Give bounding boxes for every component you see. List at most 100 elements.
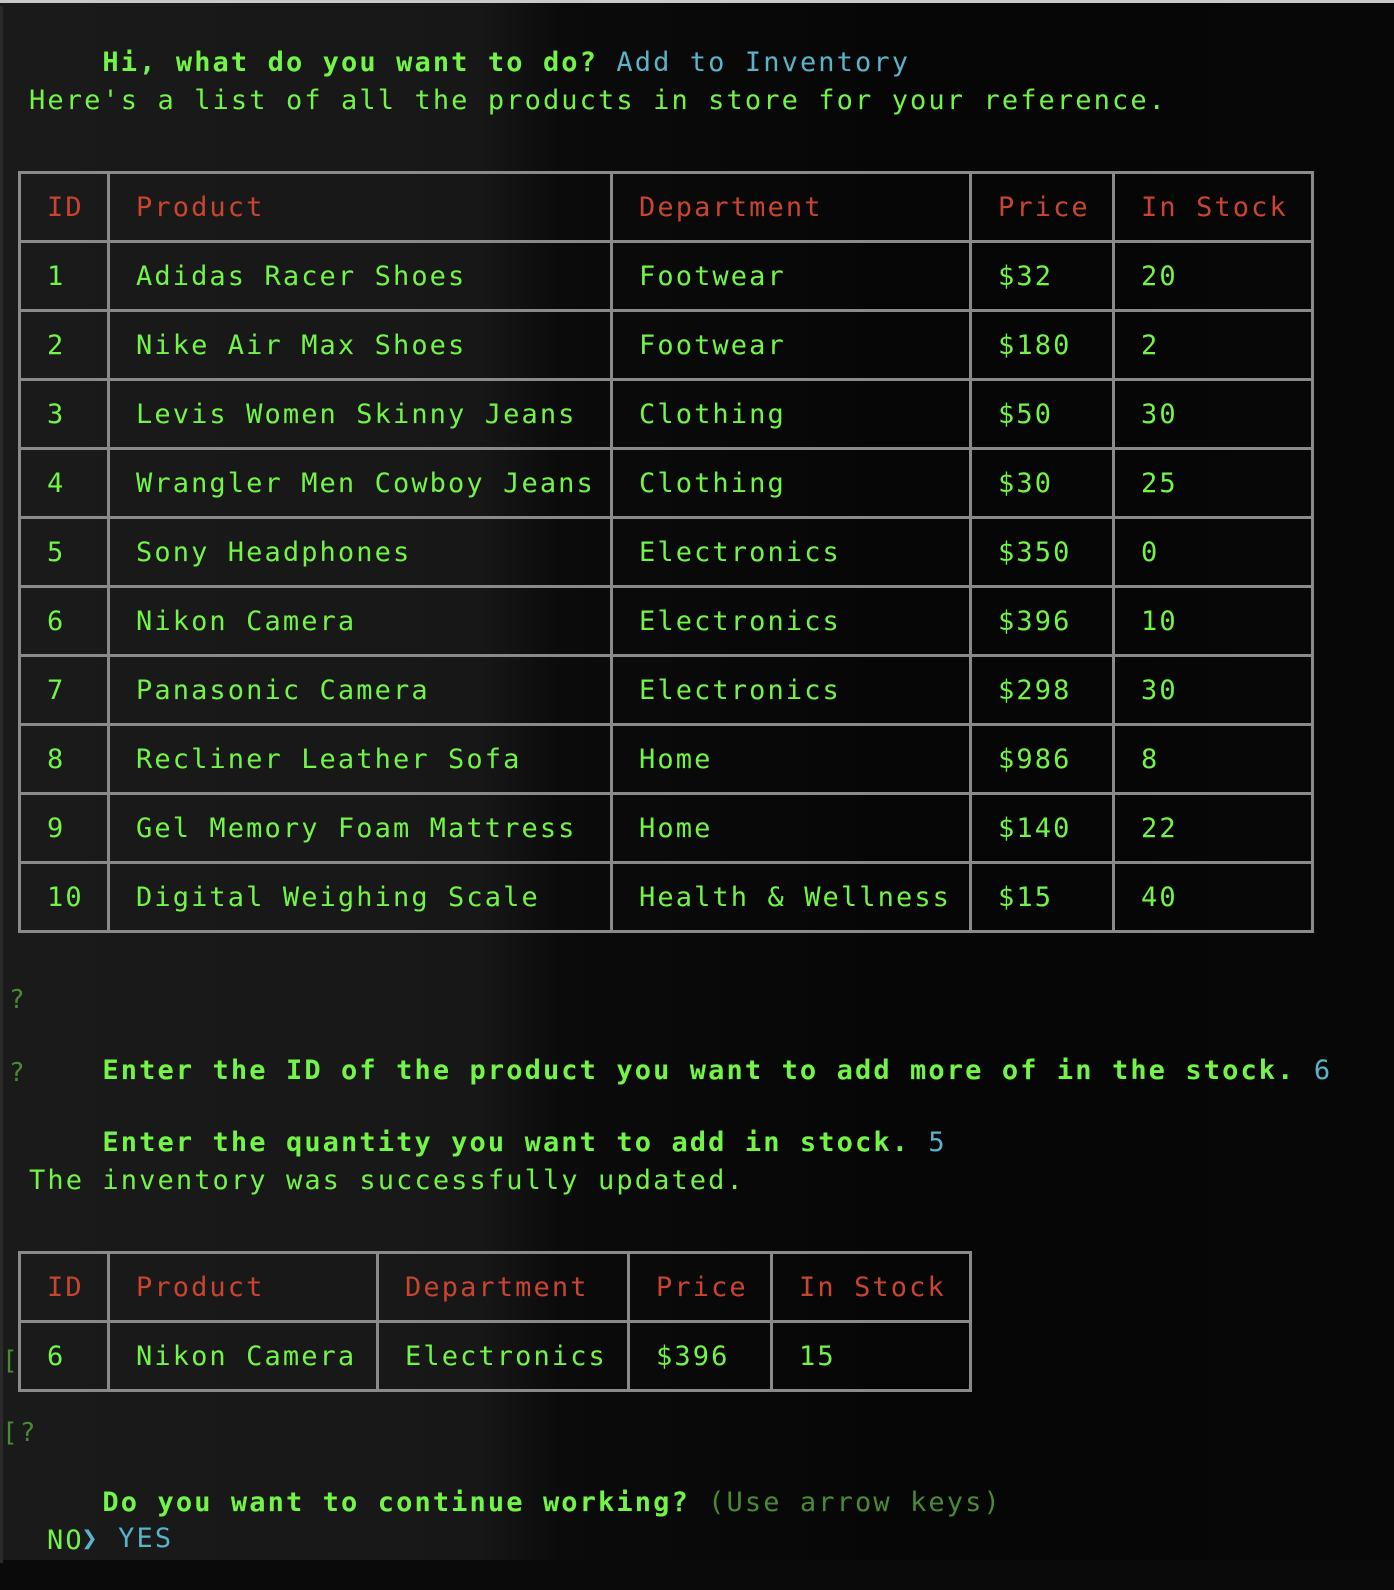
prompt-main-question: Hi, what do you want to do? (102, 47, 599, 78)
cell-in-stock: 2 (1112, 309, 1314, 381)
table-row: 5 Sony Headphones Electronics $350 0 (18, 516, 1314, 588)
cell-in-stock: 22 (1112, 792, 1314, 864)
prompt-main-answer: Add to Inventory (616, 47, 911, 78)
cell-department: Electronics (610, 516, 972, 588)
header-department: Department (376, 1251, 630, 1323)
cell-price: $140 (969, 792, 1115, 864)
cell-department: Clothing (610, 447, 972, 519)
updated-product-table: ID Product Department Price In Stock 6 Ni… (18, 1251, 972, 1392)
prompt-id-question: Enter the ID of the product you want to … (102, 1055, 1296, 1086)
pointer-icon: ❯ (81, 1523, 100, 1554)
cell-in-stock: 20 (1112, 240, 1314, 312)
cell-product: Gel Memory Foam Mattress (107, 792, 613, 864)
cell-in-stock: 15 (770, 1320, 972, 1392)
option-yes[interactable]: ❯ YES (8, 1488, 173, 1590)
cell-price: $986 (969, 723, 1115, 795)
table-row: 1 Adidas Racer Shoes Footwear $32 20 (18, 240, 1314, 312)
terminal-window: Hi, what do you want to do? Add to Inven… (0, 0, 1394, 1563)
option-yes-label[interactable]: YES (118, 1523, 173, 1554)
table-row: 9 Gel Memory Foam Mattress Home $140 22 (18, 792, 1314, 864)
prompt-continue-hint: (Use arrow keys) (708, 1487, 1002, 1518)
header-department: Department (610, 171, 972, 243)
prompt-id-marker: ? (9, 985, 27, 1015)
cell-department: Footwear (610, 309, 972, 381)
cell-id: 9 (18, 792, 110, 864)
cell-price: $298 (969, 654, 1115, 726)
cell-department: Electronics (376, 1320, 630, 1392)
table-row: 8 Recliner Leather Sofa Home $986 8 (18, 723, 1314, 795)
cell-price: $396 (627, 1320, 773, 1392)
option-no[interactable]: NO (47, 1524, 84, 1558)
cell-product: Panasonic Camera (107, 654, 613, 726)
cell-id: 6 (18, 1320, 110, 1392)
header-price: Price (627, 1251, 773, 1323)
cell-product: Adidas Racer Shoes (107, 240, 613, 312)
cell-id: 4 (18, 447, 110, 519)
cell-in-stock: 8 (1112, 723, 1314, 795)
header-product: Product (107, 171, 613, 243)
cell-product: Wrangler Men Cowboy Jeans (107, 447, 613, 519)
cell-department: Electronics (610, 585, 972, 657)
prompt-continue: Do you want to continue working? (Use ar… (29, 1452, 1002, 1554)
prompt-continue-question: Do you want to continue working? (102, 1487, 690, 1518)
table-row: 7 Panasonic Camera Electronics $298 30 (18, 654, 1314, 726)
header-id: ID (18, 171, 110, 243)
info-text: Here's a list of all the products in sto… (29, 85, 1168, 116)
cell-id: 2 (18, 309, 110, 381)
table-row: 2 Nike Air Max Shoes Footwear $180 2 (18, 309, 1314, 381)
cell-product: Nikon Camera (107, 585, 613, 657)
table-row: 3 Levis Women Skinny Jeans Clothing $50 30 (18, 378, 1314, 450)
cell-department: Footwear (610, 240, 972, 312)
updated-table-header-row: ID Product Department Price In Stock (18, 1251, 972, 1323)
cell-in-stock: 30 (1112, 378, 1314, 450)
terminal-left-edge (0, 6, 3, 1563)
cell-in-stock: 25 (1112, 447, 1314, 519)
cell-product: Recliner Leather Sofa (107, 723, 613, 795)
table-row: 6 Nikon Camera Electronics $396 15 (18, 1320, 972, 1392)
prompt-qty-question: Enter the quantity you want to add in st… (102, 1127, 911, 1158)
cell-price: $30 (969, 447, 1115, 519)
cell-product: Levis Women Skinny Jeans (107, 378, 613, 450)
prompt-continue-marker: [? (2, 1418, 38, 1448)
cell-product: Digital Weighing Scale (107, 861, 613, 933)
cell-id: 10 (18, 861, 110, 933)
cell-id: 3 (18, 378, 110, 450)
cell-department: Home (610, 723, 972, 795)
prompt-qty-answer[interactable]: 5 (928, 1127, 946, 1158)
header-product: Product (107, 1251, 379, 1323)
cell-id: 6 (18, 585, 110, 657)
cell-department: Electronics (610, 654, 972, 726)
cell-id: 1 (18, 240, 110, 312)
prompt-id-answer[interactable]: 6 (1314, 1055, 1332, 1086)
table-row: 10 Digital Weighing Scale Health & Wellnes… (18, 861, 1314, 933)
header-in-stock: In Stock (770, 1251, 972, 1323)
cell-department: Home (610, 792, 972, 864)
header-price: Price (969, 171, 1115, 243)
cell-price: $180 (969, 309, 1115, 381)
success-message: The inventory was successfully updated. (29, 1165, 745, 1196)
table-row: 4 Wrangler Men Cowboy Jeans Clothing $30 25 (18, 447, 1314, 519)
cell-price: $396 (969, 585, 1115, 657)
header-id: ID (18, 1251, 110, 1323)
cell-product: Nike Air Max Shoes (107, 309, 613, 381)
products-table: ID Product Department Price In Stock 1 Ad… (18, 171, 1314, 933)
prompt-qty-marker: ? (9, 1058, 27, 1088)
cell-product: Nikon Camera (107, 1320, 379, 1392)
cell-department: Health & Wellness (610, 861, 972, 933)
cell-in-stock: 10 (1112, 585, 1314, 657)
cell-product: Sony Headphones (107, 516, 613, 588)
header-in-stock: In Stock (1112, 171, 1314, 243)
cell-id: 5 (18, 516, 110, 588)
cell-price: $15 (969, 861, 1115, 933)
cell-in-stock: 0 (1112, 516, 1314, 588)
products-table-header-row: ID Product Department Price In Stock (18, 171, 1314, 243)
cell-in-stock: 40 (1112, 861, 1314, 933)
cell-in-stock: 30 (1112, 654, 1314, 726)
cell-id: 7 (18, 654, 110, 726)
cell-department: Clothing (610, 378, 972, 450)
cell-price: $50 (969, 378, 1115, 450)
table-row: 6 Nikon Camera Electronics $396 10 (18, 585, 1314, 657)
cell-price: $32 (969, 240, 1115, 312)
cell-id: 8 (18, 723, 110, 795)
cell-price: $350 (969, 516, 1115, 588)
